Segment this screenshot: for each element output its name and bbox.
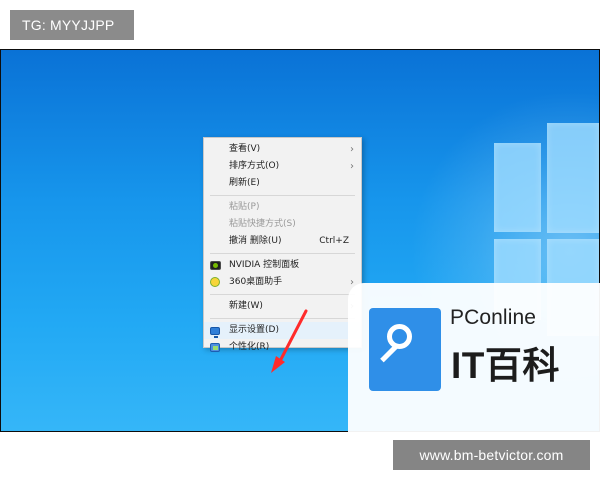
magnifier-logo-icon: [369, 308, 441, 391]
personalize-icon: [210, 343, 220, 352]
menu-item-label: NVIDIA 控制面板: [229, 260, 300, 270]
magnifier-handle: [380, 344, 398, 363]
nvidia-icon: [210, 261, 221, 270]
red-pointer-arrow-icon: [271, 309, 308, 373]
chevron-right-icon: ›: [350, 144, 354, 155]
windows-logo-pane-top-left: [494, 143, 541, 232]
magnifier-lens: [387, 324, 412, 349]
menu-item-nvidia-control-panel[interactable]: NVIDIA 控制面板: [204, 257, 361, 274]
menu-item-refresh[interactable]: 刷新(E): [204, 175, 361, 192]
menu-item-label: 排序方式(O): [229, 161, 280, 171]
windows-logo-pane-top-right: [547, 123, 599, 233]
360-desktop-assistant-icon: [210, 277, 220, 287]
url-label: www.bm-betvictor.com: [393, 440, 590, 470]
chevron-right-icon: ›: [350, 161, 354, 172]
pconline-title: IT百科: [451, 345, 560, 386]
menu-item-sort-by[interactable]: 排序方式(O) ›: [204, 158, 361, 175]
menu-separator: [210, 195, 355, 196]
display-settings-icon: [210, 327, 220, 338]
menu-item-label: 刷新(E): [229, 178, 260, 188]
menu-item-label: 粘贴(P): [229, 202, 260, 212]
pconline-brand: PConline: [450, 306, 537, 329]
menu-item-label: 查看(V): [229, 144, 261, 154]
menu-item-label: 新建(W): [229, 301, 263, 311]
menu-item-label: 撤消 删除(U): [229, 236, 282, 246]
menu-separator: [210, 253, 355, 254]
menu-item-label: 粘贴快捷方式(S): [229, 219, 296, 229]
pconline-watermark: PConline IT百科: [348, 283, 600, 432]
menu-item-label: 360桌面助手: [229, 277, 283, 287]
menu-item-360-desktop-assistant[interactable]: 360桌面助手 ›: [204, 274, 361, 291]
menu-item-shortcut: Ctrl+Z: [319, 236, 349, 246]
menu-item-paste[interactable]: 粘贴(P): [204, 199, 361, 216]
menu-separator: [210, 294, 355, 295]
menu-item-view[interactable]: 查看(V) ›: [204, 141, 361, 158]
menu-item-paste-shortcut[interactable]: 粘贴快捷方式(S): [204, 216, 361, 233]
tg-label: TG: MYYJJPP: [10, 10, 134, 40]
menu-item-undo-delete[interactable]: 撤消 删除(U) Ctrl+Z: [204, 233, 361, 250]
screenshot-page: TG: MYYJJPP 查看(V) › 排序方式(O) › 刷新(E) 粘贴(P…: [0, 0, 600, 480]
menu-item-label: 个性化(R): [229, 342, 270, 352]
